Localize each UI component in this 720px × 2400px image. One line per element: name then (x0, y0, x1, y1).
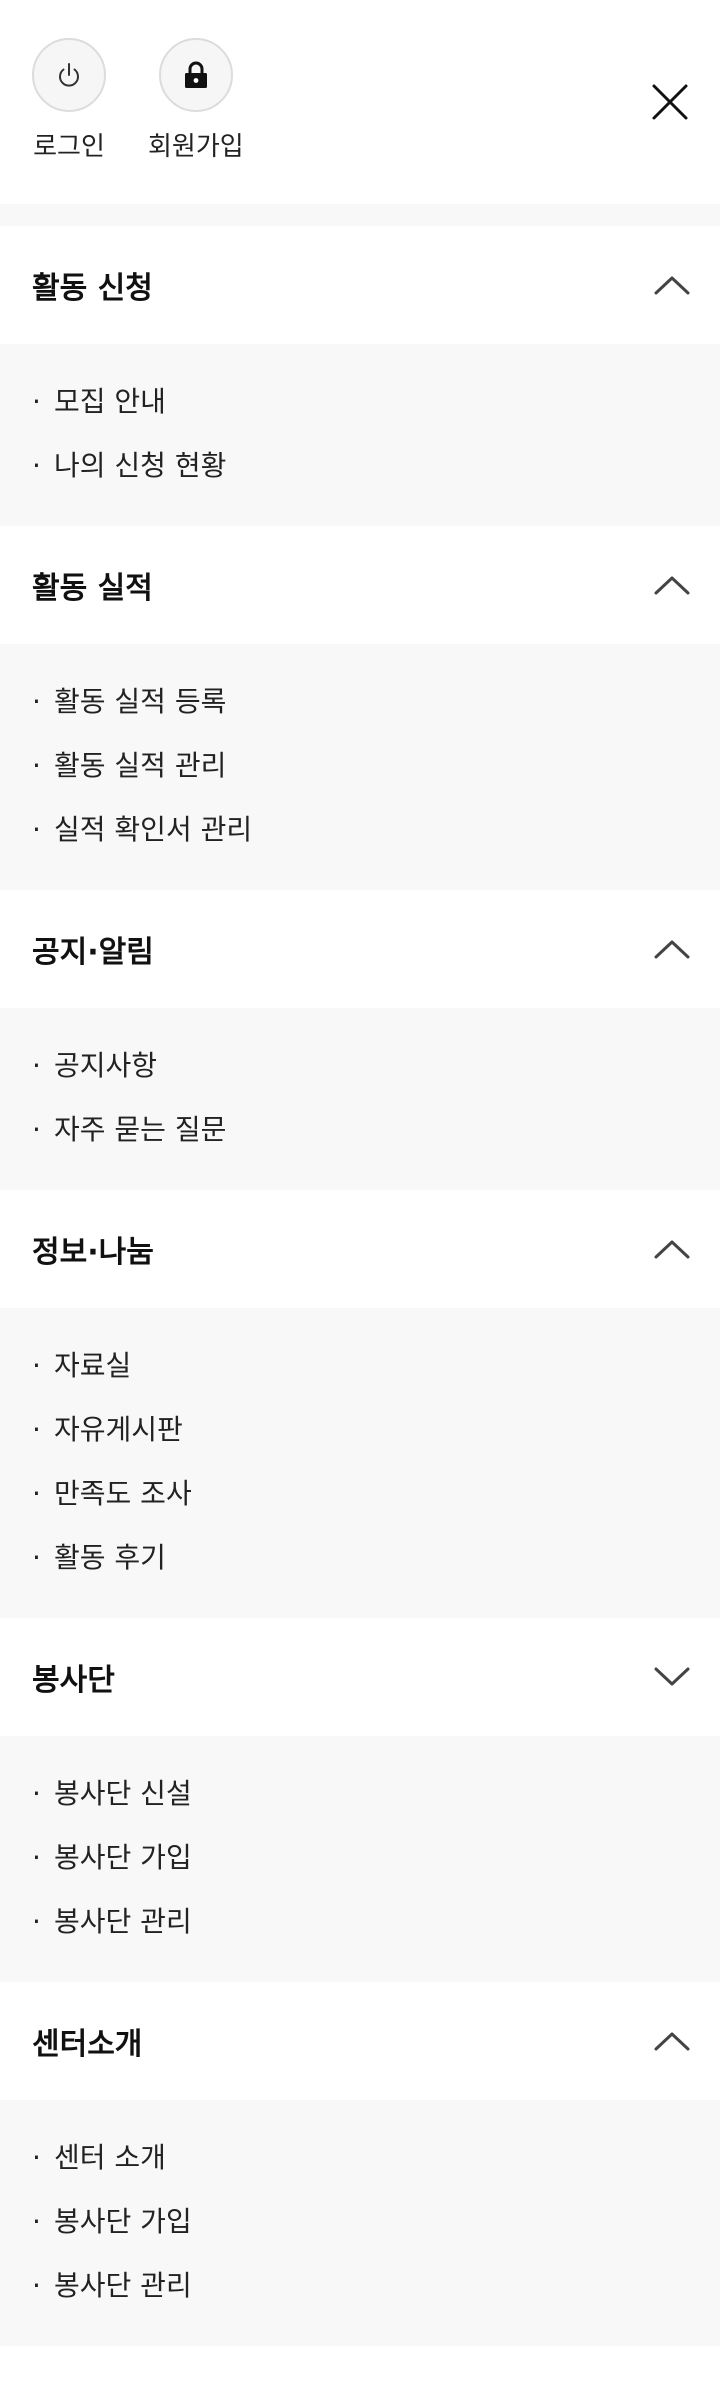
submenu-item-label: 센터 소개 (54, 2141, 166, 2174)
bullet: · (32, 2141, 41, 2174)
section-submenu: · 봉사단 신설 · 봉사단 가입 · 봉사단 관리 (0, 1736, 720, 1982)
submenu-item-label: 봉사단 관리 (54, 1905, 192, 1938)
bullet: · (32, 1905, 41, 1938)
section-submenu: · 자료실 · 자유게시판 · 만족도 조사 · 활동 후기 (0, 1308, 720, 1618)
submenu-item[interactable]: · 공지사항 (32, 1034, 720, 1098)
bullet: · (32, 449, 41, 482)
submenu-item-label: 만족도 조사 (54, 1477, 192, 1510)
submenu-item[interactable]: · 만족도 조사 (32, 1462, 720, 1526)
close-icon (652, 84, 688, 120)
submenu-item-label: 봉사단 가입 (54, 2205, 192, 2238)
submenu-item[interactable]: · 봉사단 관리 (32, 1890, 720, 1954)
submenu-item[interactable]: · 모집 안내 (32, 370, 720, 434)
section-title: 정보·나눔 (32, 1235, 154, 1270)
bullet: · (32, 685, 41, 718)
section-title: 활동 신청 (32, 271, 153, 306)
chevron-down-icon[interactable] (652, 1665, 692, 1689)
chevron-up-icon[interactable] (652, 273, 692, 297)
submenu-item-label: 자유게시판 (54, 1413, 183, 1446)
submenu-item[interactable]: · 봉사단 가입 (32, 1826, 720, 1890)
section-title: 센터소개 (32, 2027, 143, 2062)
bullet: · (32, 385, 41, 418)
section-header[interactable]: 센터소개 (0, 1982, 720, 2100)
submenu-item-label: 봉사단 신설 (54, 1777, 192, 1810)
section-header[interactable]: 공지·알림 (0, 890, 720, 1008)
submenu-item-label: 봉사단 가입 (54, 1841, 192, 1874)
bullet: · (32, 2205, 41, 2238)
section-submenu: · 활동 실적 등록 · 활동 실적 관리 · 실적 확인서 관리 (0, 644, 720, 890)
menu-header: 로그인 회원가입 (0, 0, 720, 204)
chevron-up-icon[interactable] (652, 937, 692, 961)
submenu-item[interactable]: · 실적 확인서 관리 (32, 798, 720, 862)
bullet: · (32, 813, 41, 846)
submenu-item-label: 활동 후기 (54, 1541, 166, 1574)
section-submenu: · 센터 소개 · 봉사단 가입 · 봉사단 관리 (0, 2100, 720, 2346)
power-icon (59, 63, 79, 87)
submenu-item-label: 나의 신청 현황 (54, 449, 227, 482)
section-header[interactable]: 정보·나눔 (0, 1190, 720, 1308)
bullet: · (32, 1349, 41, 1382)
bullet: · (32, 1113, 41, 1146)
submenu-item[interactable]: · 활동 실적 등록 (32, 670, 720, 734)
menu-sections: 활동 신청 · 모집 안내 · 나의 신청 현황활동 실적 · 활동 실적 등록 · 활동 실적… (0, 226, 720, 2346)
submenu-item[interactable]: · 센터 소개 (32, 2126, 720, 2190)
submenu-item[interactable]: · 봉사단 관리 (32, 2254, 720, 2318)
submenu-item-label: 실적 확인서 관리 (54, 813, 253, 846)
submenu-item-label: 모집 안내 (54, 385, 166, 418)
section-header[interactable]: 봉사단 (0, 1618, 720, 1736)
submenu-item-label: 활동 실적 관리 (54, 749, 227, 782)
bullet: · (32, 2269, 41, 2302)
submenu-item-label: 자주 묻는 질문 (54, 1113, 227, 1146)
chevron-up-icon[interactable] (652, 2029, 692, 2053)
section-header[interactable]: 활동 신청 (0, 226, 720, 344)
bullet: · (32, 1841, 41, 1874)
submenu-item[interactable]: · 봉사단 신설 (32, 1762, 720, 1826)
section-title: 공지·알림 (32, 935, 154, 970)
close-button[interactable] (648, 80, 692, 124)
submenu-item-label: 활동 실적 등록 (54, 685, 227, 718)
bullet: · (32, 1049, 41, 1082)
submenu-item[interactable]: · 자료실 (32, 1334, 720, 1398)
signup-label: 회원가입 (148, 132, 244, 162)
submenu-item[interactable]: · 활동 실적 관리 (32, 734, 720, 798)
section-header[interactable]: 활동 실적 (0, 526, 720, 644)
header-divider (0, 204, 720, 226)
signup-icon-circle[interactable] (158, 38, 233, 112)
bullet: · (32, 1477, 41, 1510)
submenu-item[interactable]: · 자유게시판 (32, 1398, 720, 1462)
login-button[interactable]: 로그인 (32, 38, 106, 163)
bullet: · (32, 1541, 41, 1574)
signup-button[interactable]: 회원가입 (148, 38, 244, 163)
login-icon-circle[interactable] (32, 38, 106, 112)
submenu-item-label: 공지사항 (54, 1049, 158, 1082)
section-submenu: · 공지사항 · 자주 묻는 질문 (0, 1008, 720, 1190)
submenu-item-label: 자료실 (54, 1349, 132, 1382)
section-submenu: · 모집 안내 · 나의 신청 현황 (0, 344, 720, 526)
section-title: 봉사단 (32, 1663, 115, 1698)
submenu-item[interactable]: · 나의 신청 현황 (32, 434, 720, 498)
submenu-item[interactable]: · 자주 묻는 질문 (32, 1098, 720, 1162)
section-title: 활동 실적 (32, 571, 153, 606)
submenu-item-label: 봉사단 관리 (54, 2269, 192, 2302)
login-label: 로그인 (33, 132, 105, 162)
submenu-item[interactable]: · 봉사단 가입 (32, 2190, 720, 2254)
submenu-item[interactable]: · 활동 후기 (32, 1526, 720, 1590)
chevron-up-icon[interactable] (652, 573, 692, 597)
lock-icon (184, 61, 207, 88)
bullet: · (32, 749, 41, 782)
bullet: · (32, 1413, 41, 1446)
bullet: · (32, 1777, 41, 1810)
chevron-up-icon[interactable] (652, 1237, 692, 1261)
